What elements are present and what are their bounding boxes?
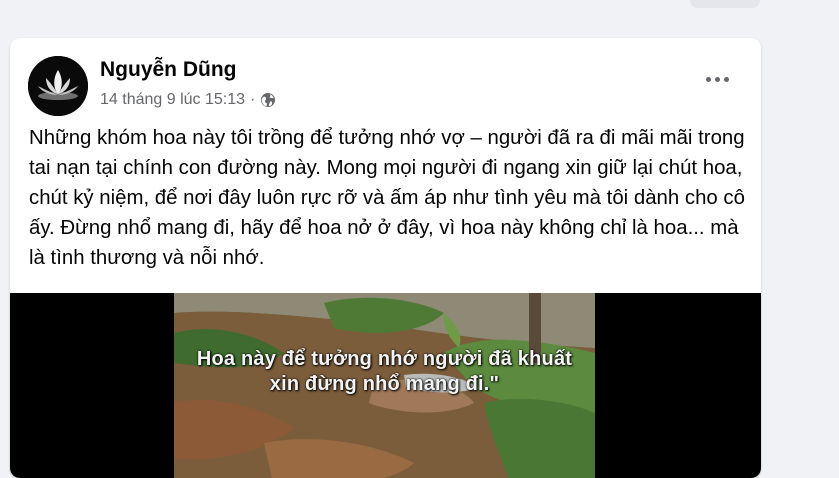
post-timestamp[interactable]: 14 tháng 9 lúc 15:13: [100, 91, 245, 109]
globe-icon[interactable]: [260, 92, 276, 108]
lotus-avatar-image: [28, 56, 88, 116]
avatar[interactable]: [28, 56, 88, 116]
post-caption: Những khóm hoa này tôi trồng để tưởng nh…: [29, 127, 745, 269]
more-options-icon[interactable]: [702, 72, 732, 86]
author-name[interactable]: Nguyễn Dũng: [100, 58, 237, 82]
video-player[interactable]: Hoa này để tưởng nhớ người đã khuất xin …: [10, 293, 761, 478]
top-bar-button[interactable]: [690, 0, 760, 8]
video-overlay-line2: xin đừng nhổ mang đi.": [269, 373, 500, 395]
post-card: Nguyễn Dũng 14 tháng 9 lúc 15:13 · Những…: [10, 38, 761, 478]
meta-separator: ·: [250, 91, 256, 108]
post-meta: 14 tháng 9 lúc 15:13 ·: [100, 91, 276, 109]
video-frame: Hoa này để tưởng nhớ người đã khuất xin …: [174, 293, 595, 478]
video-overlay-line1: Hoa này để tưởng nhớ người đã khuất: [196, 348, 573, 370]
